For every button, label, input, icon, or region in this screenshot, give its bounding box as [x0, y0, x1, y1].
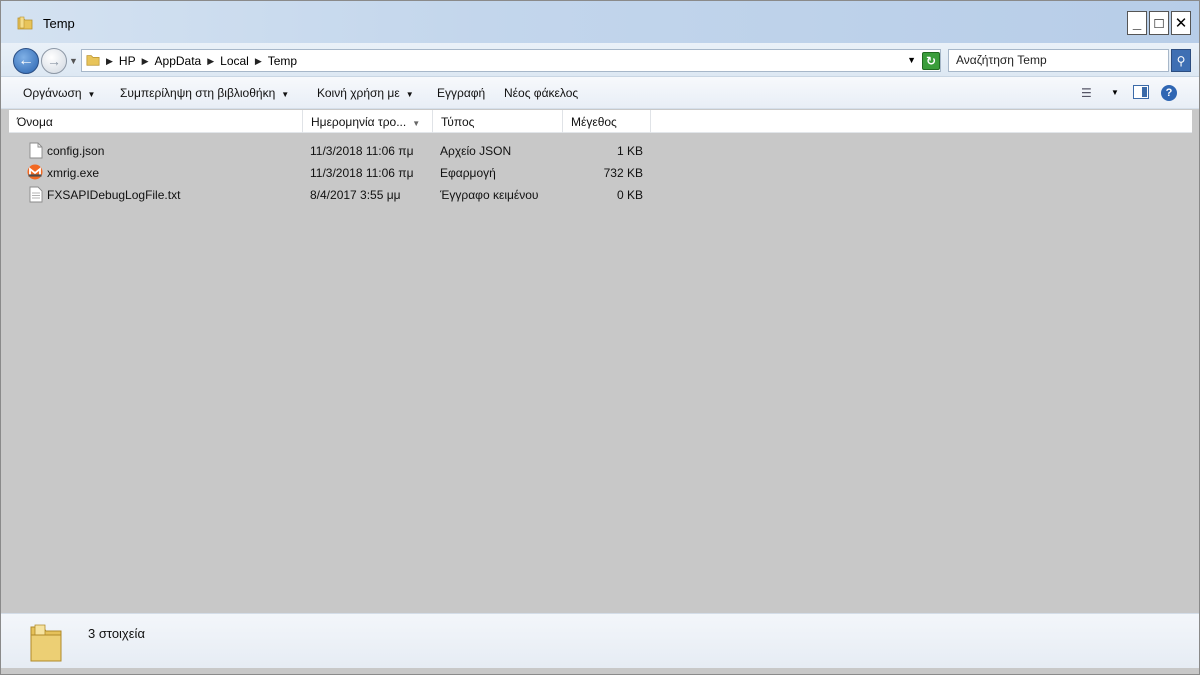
address-row: ← → ▼ ▶ HP ▶ AppData ▶ Local ▶ Temp ▼ ↻ — [1, 43, 1199, 77]
folder-icon — [30, 624, 62, 662]
back-arrow-icon: ← — [18, 52, 34, 69]
breadcrumb-chevron-icon[interactable]: ▶ — [106, 56, 113, 67]
column-size-label: Μέγεθος — [571, 115, 617, 129]
column-header-date[interactable]: Ημερομηνία τρο... ▼ — [303, 110, 433, 133]
window-title: Temp — [43, 16, 75, 31]
breadcrumb-chevron-icon[interactable]: ▶ — [255, 56, 262, 67]
include-library-label: Συμπερίληψη στη βιβλιοθήκη — [120, 86, 276, 100]
breadcrumb-item-temp[interactable]: Temp — [268, 54, 297, 68]
file-row[interactable]: config.json 11/3/2018 11:06 πμ Αρχείο JS… — [9, 141, 1192, 163]
view-options-dropdown-icon[interactable]: ▼ — [1111, 88, 1119, 97]
file-name: xmrig.exe — [47, 166, 100, 180]
minimize-button[interactable]: _ — [1127, 11, 1147, 35]
chevron-down-icon: ▼ — [87, 90, 96, 99]
file-date: 11/3/2018 11:06 πμ — [310, 166, 414, 180]
breadcrumb-chevron-icon[interactable]: ▶ — [142, 56, 149, 67]
item-count: 3 στοιχεία — [88, 626, 145, 641]
share-with-menu[interactable]: Κοινή χρήση με ▼ — [317, 86, 414, 100]
file-type: Εφαρμογή — [440, 166, 496, 180]
file-size: 732 KB — [603, 166, 643, 180]
include-library-menu[interactable]: Συμπερίληψη στη βιβλιοθήκη ▼ — [120, 86, 289, 100]
address-history-dropdown-icon[interactable]: ▼ — [907, 55, 916, 65]
command-bar: Οργάνωση ▼ Συμπερίληψη στη βιβλιοθήκη ▼ Κο… — [1, 77, 1199, 109]
folder-icon — [17, 16, 33, 30]
back-button[interactable]: ← — [13, 48, 39, 74]
chevron-down-icon: ▼ — [405, 90, 414, 99]
search-button[interactable]: ⚲ — [1171, 49, 1191, 72]
share-with-label: Κοινή χρήση με — [317, 86, 400, 100]
file-type: Αρχείο JSON — [440, 144, 512, 158]
organize-menu[interactable]: Οργάνωση ▼ — [23, 86, 95, 100]
new-folder-button[interactable]: Νέος φάκελος — [504, 86, 578, 100]
help-icon[interactable]: ? — [1161, 85, 1177, 101]
address-bar[interactable]: ▶ HP ▶ AppData ▶ Local ▶ Temp ▼ — [81, 49, 941, 72]
breadcrumb-item-local[interactable]: Local — [220, 54, 249, 68]
sort-descending-icon: ▼ — [412, 119, 421, 128]
burn-button[interactable]: Εγγραφή — [437, 86, 485, 100]
file-icon — [29, 142, 43, 159]
text-file-icon — [29, 186, 43, 203]
breadcrumb-item-appdata[interactable]: AppData — [155, 54, 202, 68]
refresh-button[interactable]: ↻ — [922, 52, 940, 70]
column-name-label: Όνομα — [17, 115, 53, 129]
file-date: 11/3/2018 11:06 πμ — [310, 144, 414, 158]
column-type-label: Τύπος — [441, 115, 475, 129]
file-row[interactable]: FXSAPIDebugLogFile.txt 8/4/2017 3:55 μμ … — [9, 185, 1192, 207]
column-header-type[interactable]: Τύπος — [433, 110, 563, 133]
explorer-window: Temp _ □ ✕ ← → ▼ ▶ HP ▶ AppData ▶ Local — [0, 0, 1200, 675]
search-icon: ⚲ — [1176, 53, 1186, 68]
title-bar[interactable]: Temp _ □ ✕ — [1, 1, 1199, 43]
column-header-row: Όνομα Ημερομηνία τρο... ▼ Τύπος Μέγεθος — [9, 110, 1192, 133]
chevron-down-icon: ▼ — [281, 90, 290, 99]
file-row[interactable]: xmrig.exe 11/3/2018 11:06 πμ Εφαρμογή 73… — [9, 163, 1192, 185]
search-input[interactable]: Αναζήτηση Temp — [948, 49, 1169, 72]
file-date: 8/4/2017 3:55 μμ — [310, 188, 401, 202]
file-size: 0 KB — [616, 188, 643, 202]
organize-label: Οργάνωση — [23, 86, 82, 100]
file-name: FXSAPIDebugLogFile.txt — [47, 188, 181, 202]
file-name: config.json — [47, 144, 105, 158]
breadcrumb-chevron-icon[interactable]: ▶ — [207, 56, 214, 67]
maximize-button[interactable]: □ — [1149, 11, 1169, 35]
file-size: 1 KB — [616, 144, 643, 158]
preview-pane-icon[interactable] — [1133, 85, 1149, 99]
view-options-icon[interactable]: ☰ — [1081, 86, 1092, 100]
file-list: config.json 11/3/2018 11:06 πμ Αρχείο JS… — [9, 141, 1192, 207]
column-header-name[interactable]: Όνομα — [9, 110, 303, 133]
recent-pages-dropdown-icon[interactable]: ▼ — [69, 56, 78, 66]
file-type: Έγγραφο κειμένου — [440, 188, 539, 202]
breadcrumb: ▶ HP ▶ AppData ▶ Local ▶ Temp — [106, 54, 297, 68]
column-header-size[interactable]: Μέγεθος — [563, 110, 651, 133]
forward-arrow-icon: → — [47, 53, 61, 69]
breadcrumb-item-hp[interactable]: HP — [119, 54, 136, 68]
monero-icon — [27, 164, 43, 180]
close-button[interactable]: ✕ — [1171, 11, 1191, 35]
refresh-icon: ↻ — [925, 54, 937, 68]
folder-icon — [86, 55, 100, 66]
column-date-label: Ημερομηνία τρο... — [311, 115, 407, 129]
forward-button[interactable]: → — [41, 48, 67, 74]
status-bar: 3 στοιχεία — [1, 613, 1199, 668]
